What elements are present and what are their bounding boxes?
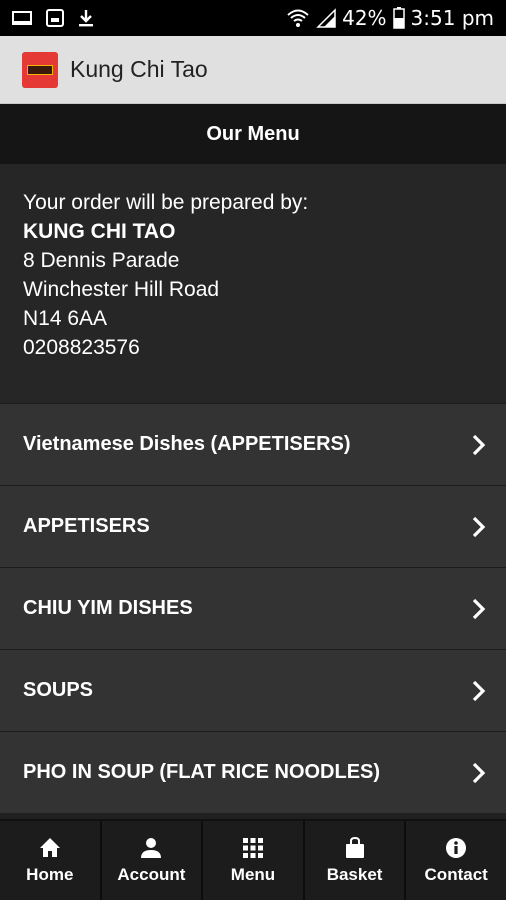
restaurant-name: KUNG CHI TAO	[23, 220, 176, 243]
address-line2: Winchester Hill Road	[23, 278, 220, 301]
chevron-right-icon	[472, 762, 486, 783]
wifi-icon	[286, 8, 310, 28]
app-screen: 42% 3:51 pm Kung Chi Tao Our Menu Your o…	[0, 0, 506, 900]
clock: 3:51 pm	[410, 6, 494, 30]
phone: 0208823576	[23, 336, 140, 359]
screen-icon	[12, 10, 32, 26]
category-label: Vietnamese Dishes (APPETISERS)	[23, 433, 351, 455]
app-logo	[22, 51, 58, 88]
app-title: Kung Chi Tao	[70, 56, 208, 82]
nav-account[interactable]: Account	[99, 821, 202, 900]
nav-label: Home	[26, 864, 74, 884]
user-icon	[140, 837, 162, 859]
nav-label: Contact	[424, 864, 488, 884]
status-bar: 42% 3:51 pm	[0, 0, 506, 36]
chevron-right-icon	[472, 516, 486, 537]
category-label: PHO IN SOUP (FLAT RICE NOODLES)	[23, 761, 381, 783]
category-item-vietnamese-dishes[interactable]: Vietnamese Dishes (APPETISERS)	[0, 403, 506, 485]
bag-icon	[344, 836, 366, 859]
info-intro: Your order will be prepared by:	[23, 191, 309, 214]
restaurant-info: Your order will be prepared by: KUNG CHI…	[0, 164, 506, 403]
category-list: Vietnamese Dishes (APPETISERS) APPETISER…	[0, 403, 506, 813]
chevron-right-icon	[472, 680, 486, 701]
battery-icon	[392, 7, 405, 29]
category-label: CHIU YIM DISHES	[23, 597, 193, 619]
nav-label: Basket	[326, 864, 383, 884]
address-line1: 8 Dennis Parade	[23, 249, 180, 272]
grid-icon	[242, 837, 264, 859]
home-icon	[39, 837, 61, 859]
category-item-soups[interactable]: SOUPS	[0, 649, 506, 731]
nav-home[interactable]: Home	[0, 821, 100, 900]
nav-basket[interactable]: Basket	[302, 821, 405, 900]
nav-menu[interactable]: Menu	[201, 821, 303, 900]
menu-header: Our Menu	[0, 104, 506, 164]
category-label: APPETISERS	[23, 515, 150, 537]
bottom-nav: Home Account Menu Basket Contact	[0, 819, 506, 900]
category-item-appetisers[interactable]: APPETISERS	[0, 485, 506, 567]
image-icon	[46, 9, 64, 27]
page-title: Our Menu	[206, 122, 300, 145]
app-bar: Kung Chi Tao	[0, 36, 506, 104]
nav-label: Account	[117, 864, 186, 884]
signal-icon	[316, 8, 336, 28]
download-icon	[78, 9, 94, 27]
nav-contact[interactable]: Contact	[404, 821, 506, 900]
nav-label: Menu	[230, 864, 276, 884]
chevron-right-icon	[472, 598, 486, 619]
battery-percent: 42%	[342, 6, 387, 30]
info-icon	[445, 837, 467, 859]
chevron-right-icon	[472, 434, 486, 455]
category-item-pho-in-soup[interactable]: PHO IN SOUP (FLAT RICE NOODLES)	[0, 731, 506, 813]
status-bar-right: 42% 3:51 pm	[286, 6, 494, 30]
category-item-chiu-yim-dishes[interactable]: CHIU YIM DISHES	[0, 567, 506, 649]
category-label: SOUPS	[23, 679, 94, 701]
status-bar-left	[12, 9, 94, 27]
postcode: N14 6AA	[23, 307, 108, 330]
